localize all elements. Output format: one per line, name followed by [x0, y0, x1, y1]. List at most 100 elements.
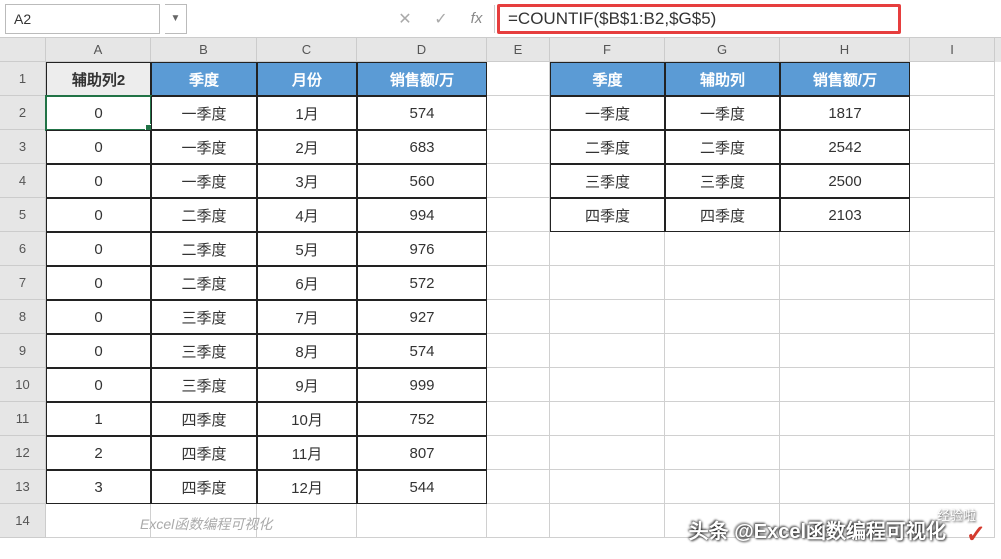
cell-i2[interactable] — [910, 96, 995, 130]
cell-d3[interactable]: 683 — [357, 130, 487, 164]
cell-a13[interactable]: 3 — [46, 470, 151, 504]
col-header-h[interactable]: H — [780, 38, 910, 62]
confirm-icon[interactable]: ✓ — [423, 5, 459, 33]
cell-d1[interactable]: 销售额/万 — [357, 62, 487, 96]
col-header-i[interactable]: I — [910, 38, 995, 62]
cell-a5[interactable]: 0 — [46, 198, 151, 232]
cell-b7[interactable]: 二季度 — [151, 266, 257, 300]
cell-d7[interactable]: 572 — [357, 266, 487, 300]
cell-f13[interactable] — [550, 470, 665, 504]
cell-b13[interactable]: 四季度 — [151, 470, 257, 504]
cell-g1[interactable]: 辅助列 — [665, 62, 780, 96]
cell-e4[interactable] — [487, 164, 550, 198]
cell-a10[interactable]: 0 — [46, 368, 151, 402]
cell-e7[interactable] — [487, 266, 550, 300]
cell-f9[interactable] — [550, 334, 665, 368]
cell-i12[interactable] — [910, 436, 995, 470]
cancel-icon[interactable]: ✕ — [387, 5, 423, 33]
row-header-10[interactable]: 10 — [0, 368, 46, 402]
cell-h8[interactable] — [780, 300, 910, 334]
cell-h11[interactable] — [780, 402, 910, 436]
cell-h6[interactable] — [780, 232, 910, 266]
col-header-g[interactable]: G — [665, 38, 780, 62]
cell-e11[interactable] — [487, 402, 550, 436]
name-box[interactable]: A2 — [5, 4, 160, 34]
cell-a6[interactable]: 0 — [46, 232, 151, 266]
cell-c13[interactable]: 12月 — [257, 470, 357, 504]
cell-b4[interactable]: 一季度 — [151, 164, 257, 198]
col-header-b[interactable]: B — [151, 38, 257, 62]
cell-c6[interactable]: 5月 — [257, 232, 357, 266]
cell-f1[interactable]: 季度 — [550, 62, 665, 96]
cell-c1[interactable]: 月份 — [257, 62, 357, 96]
cell-e5[interactable] — [487, 198, 550, 232]
cell-f14[interactable] — [550, 504, 665, 538]
cell-b12[interactable]: 四季度 — [151, 436, 257, 470]
fx-icon[interactable]: fx — [459, 5, 495, 33]
cell-a12[interactable]: 2 — [46, 436, 151, 470]
col-header-c[interactable]: C — [257, 38, 357, 62]
cell-b5[interactable]: 二季度 — [151, 198, 257, 232]
cell-f8[interactable] — [550, 300, 665, 334]
cell-c7[interactable]: 6月 — [257, 266, 357, 300]
row-header-6[interactable]: 6 — [0, 232, 46, 266]
cell-b1[interactable]: 季度 — [151, 62, 257, 96]
cell-a14[interactable] — [46, 504, 151, 538]
cell-c2[interactable]: 1月 — [257, 96, 357, 130]
row-header-2[interactable]: 2 — [0, 96, 46, 130]
row-header-14[interactable]: 14 — [0, 504, 46, 538]
col-header-f[interactable]: F — [550, 38, 665, 62]
cell-i3[interactable] — [910, 130, 995, 164]
cell-i10[interactable] — [910, 368, 995, 402]
select-all-corner[interactable] — [0, 38, 46, 62]
cell-i7[interactable] — [910, 266, 995, 300]
cell-g6[interactable] — [665, 232, 780, 266]
cell-f11[interactable] — [550, 402, 665, 436]
cell-e14[interactable] — [487, 504, 550, 538]
col-header-d[interactable]: D — [357, 38, 487, 62]
cell-b3[interactable]: 一季度 — [151, 130, 257, 164]
cell-h4[interactable]: 2500 — [780, 164, 910, 198]
row-header-4[interactable]: 4 — [0, 164, 46, 198]
cell-e6[interactable] — [487, 232, 550, 266]
cell-e12[interactable] — [487, 436, 550, 470]
cell-e10[interactable] — [487, 368, 550, 402]
cell-a8[interactable]: 0 — [46, 300, 151, 334]
cell-b11[interactable]: 四季度 — [151, 402, 257, 436]
cell-g2[interactable]: 一季度 — [665, 96, 780, 130]
cell-d2[interactable]: 574 — [357, 96, 487, 130]
row-header-8[interactable]: 8 — [0, 300, 46, 334]
cell-i8[interactable] — [910, 300, 995, 334]
col-header-e[interactable]: E — [487, 38, 550, 62]
cell-a7[interactable]: 0 — [46, 266, 151, 300]
cell-c11[interactable]: 10月 — [257, 402, 357, 436]
cell-a11[interactable]: 1 — [46, 402, 151, 436]
cell-g11[interactable] — [665, 402, 780, 436]
row-header-13[interactable]: 13 — [0, 470, 46, 504]
cell-c10[interactable]: 9月 — [257, 368, 357, 402]
cell-f2[interactable]: 一季度 — [550, 96, 665, 130]
cell-h10[interactable] — [780, 368, 910, 402]
cell-f3[interactable]: 二季度 — [550, 130, 665, 164]
cell-a4[interactable]: 0 — [46, 164, 151, 198]
cell-i13[interactable] — [910, 470, 995, 504]
name-box-dropdown[interactable]: ▼ — [165, 4, 187, 34]
cell-d8[interactable]: 927 — [357, 300, 487, 334]
cell-c4[interactable]: 3月 — [257, 164, 357, 198]
cell-d5[interactable]: 994 — [357, 198, 487, 232]
cell-i6[interactable] — [910, 232, 995, 266]
cell-b9[interactable]: 三季度 — [151, 334, 257, 368]
cell-d9[interactable]: 574 — [357, 334, 487, 368]
cell-b6[interactable]: 二季度 — [151, 232, 257, 266]
cell-e1[interactable] — [487, 62, 550, 96]
cell-b2[interactable]: 一季度 — [151, 96, 257, 130]
cell-h9[interactable] — [780, 334, 910, 368]
cell-h12[interactable] — [780, 436, 910, 470]
cell-g4[interactable]: 三季度 — [665, 164, 780, 198]
cell-a1[interactable]: 辅助列2 — [46, 62, 151, 96]
cell-g9[interactable] — [665, 334, 780, 368]
cell-b10[interactable]: 三季度 — [151, 368, 257, 402]
cell-a2[interactable]: 0 — [46, 96, 151, 130]
cell-g7[interactable] — [665, 266, 780, 300]
cell-h2[interactable]: 1817 — [780, 96, 910, 130]
